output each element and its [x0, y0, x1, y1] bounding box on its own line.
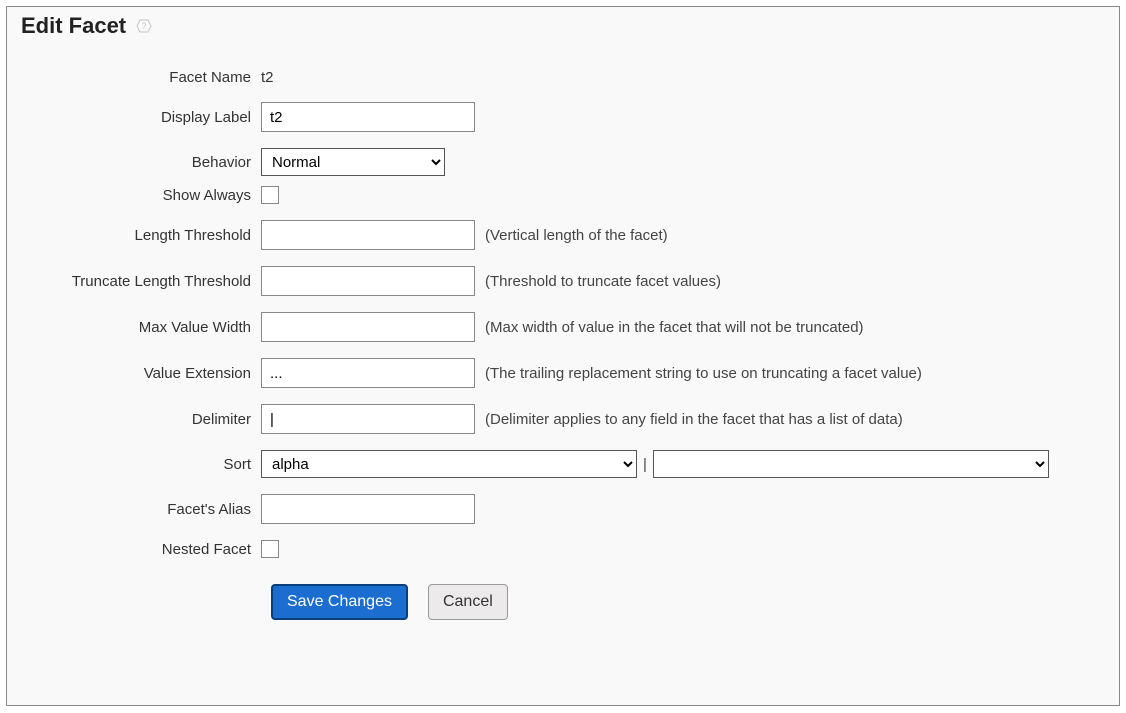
sort-select[interactable]: alpha	[261, 450, 637, 478]
hint-max-value-width: (Max width of value in the facet that wi…	[485, 319, 864, 336]
row-length-threshold: Length Threshold (Vertical length of the…	[25, 220, 1105, 250]
cancel-button[interactable]: Cancel	[428, 584, 508, 620]
label-show-always: Show Always	[25, 187, 261, 204]
truncate-length-threshold-input[interactable]	[261, 266, 475, 296]
svg-text:?: ?	[142, 21, 147, 31]
value-facet-name: t2	[261, 69, 274, 86]
hint-truncate-length-threshold: (Threshold to truncate facet values)	[485, 273, 721, 290]
show-always-checkbox[interactable]	[261, 186, 279, 204]
hint-delimiter: (Delimiter applies to any field in the f…	[485, 411, 903, 428]
facets-alias-input[interactable]	[261, 494, 475, 524]
value-extension-input[interactable]	[261, 358, 475, 388]
save-button[interactable]: Save Changes	[271, 584, 408, 620]
label-display-label: Display Label	[25, 109, 261, 126]
length-threshold-input[interactable]	[261, 220, 475, 250]
label-sort: Sort	[25, 456, 261, 473]
max-value-width-input[interactable]	[261, 312, 475, 342]
row-behavior: Behavior Normal	[25, 148, 1105, 176]
label-length-threshold: Length Threshold	[25, 227, 261, 244]
row-display-label: Display Label	[25, 102, 1105, 132]
display-label-input[interactable]	[261, 102, 475, 132]
label-nested-facet: Nested Facet	[25, 541, 261, 558]
delimiter-input[interactable]	[261, 404, 475, 434]
form-area: Facet Name t2 Display Label Behavior Nor…	[25, 69, 1105, 620]
label-behavior: Behavior	[25, 154, 261, 171]
row-value-extension: Value Extension (The trailing replacemen…	[25, 358, 1105, 388]
help-icon[interactable]: ?	[136, 18, 152, 34]
row-sort: Sort alpha |	[25, 450, 1105, 478]
row-truncate-length-threshold: Truncate Length Threshold (Threshold to …	[25, 266, 1105, 296]
row-nested-facet: Nested Facet	[25, 540, 1105, 558]
button-row: Save Changes Cancel	[261, 584, 1105, 620]
row-show-always: Show Always	[25, 186, 1105, 204]
label-truncate-length-threshold: Truncate Length Threshold	[25, 273, 261, 290]
row-max-value-width: Max Value Width (Max width of value in t…	[25, 312, 1105, 342]
row-facet-name: Facet Name t2	[25, 69, 1105, 86]
sort-separator: |	[643, 456, 647, 473]
label-delimiter: Delimiter	[25, 411, 261, 428]
label-facets-alias: Facet's Alias	[25, 501, 261, 518]
row-delimiter: Delimiter (Delimiter applies to any fiel…	[25, 404, 1105, 434]
edit-facet-panel: Edit Facet ? Facet Name t2 Display Label…	[6, 6, 1120, 706]
hint-length-threshold: (Vertical length of the facet)	[485, 227, 668, 244]
hint-value-extension: (The trailing replacement string to use …	[485, 365, 922, 382]
behavior-select[interactable]: Normal	[261, 148, 445, 176]
row-facets-alias: Facet's Alias	[25, 494, 1105, 524]
label-facet-name: Facet Name	[25, 69, 261, 86]
label-max-value-width: Max Value Width	[25, 319, 261, 336]
page-title: Edit Facet	[21, 13, 126, 39]
label-value-extension: Value Extension	[25, 365, 261, 382]
sort-select-2[interactable]	[653, 450, 1049, 478]
nested-facet-checkbox[interactable]	[261, 540, 279, 558]
